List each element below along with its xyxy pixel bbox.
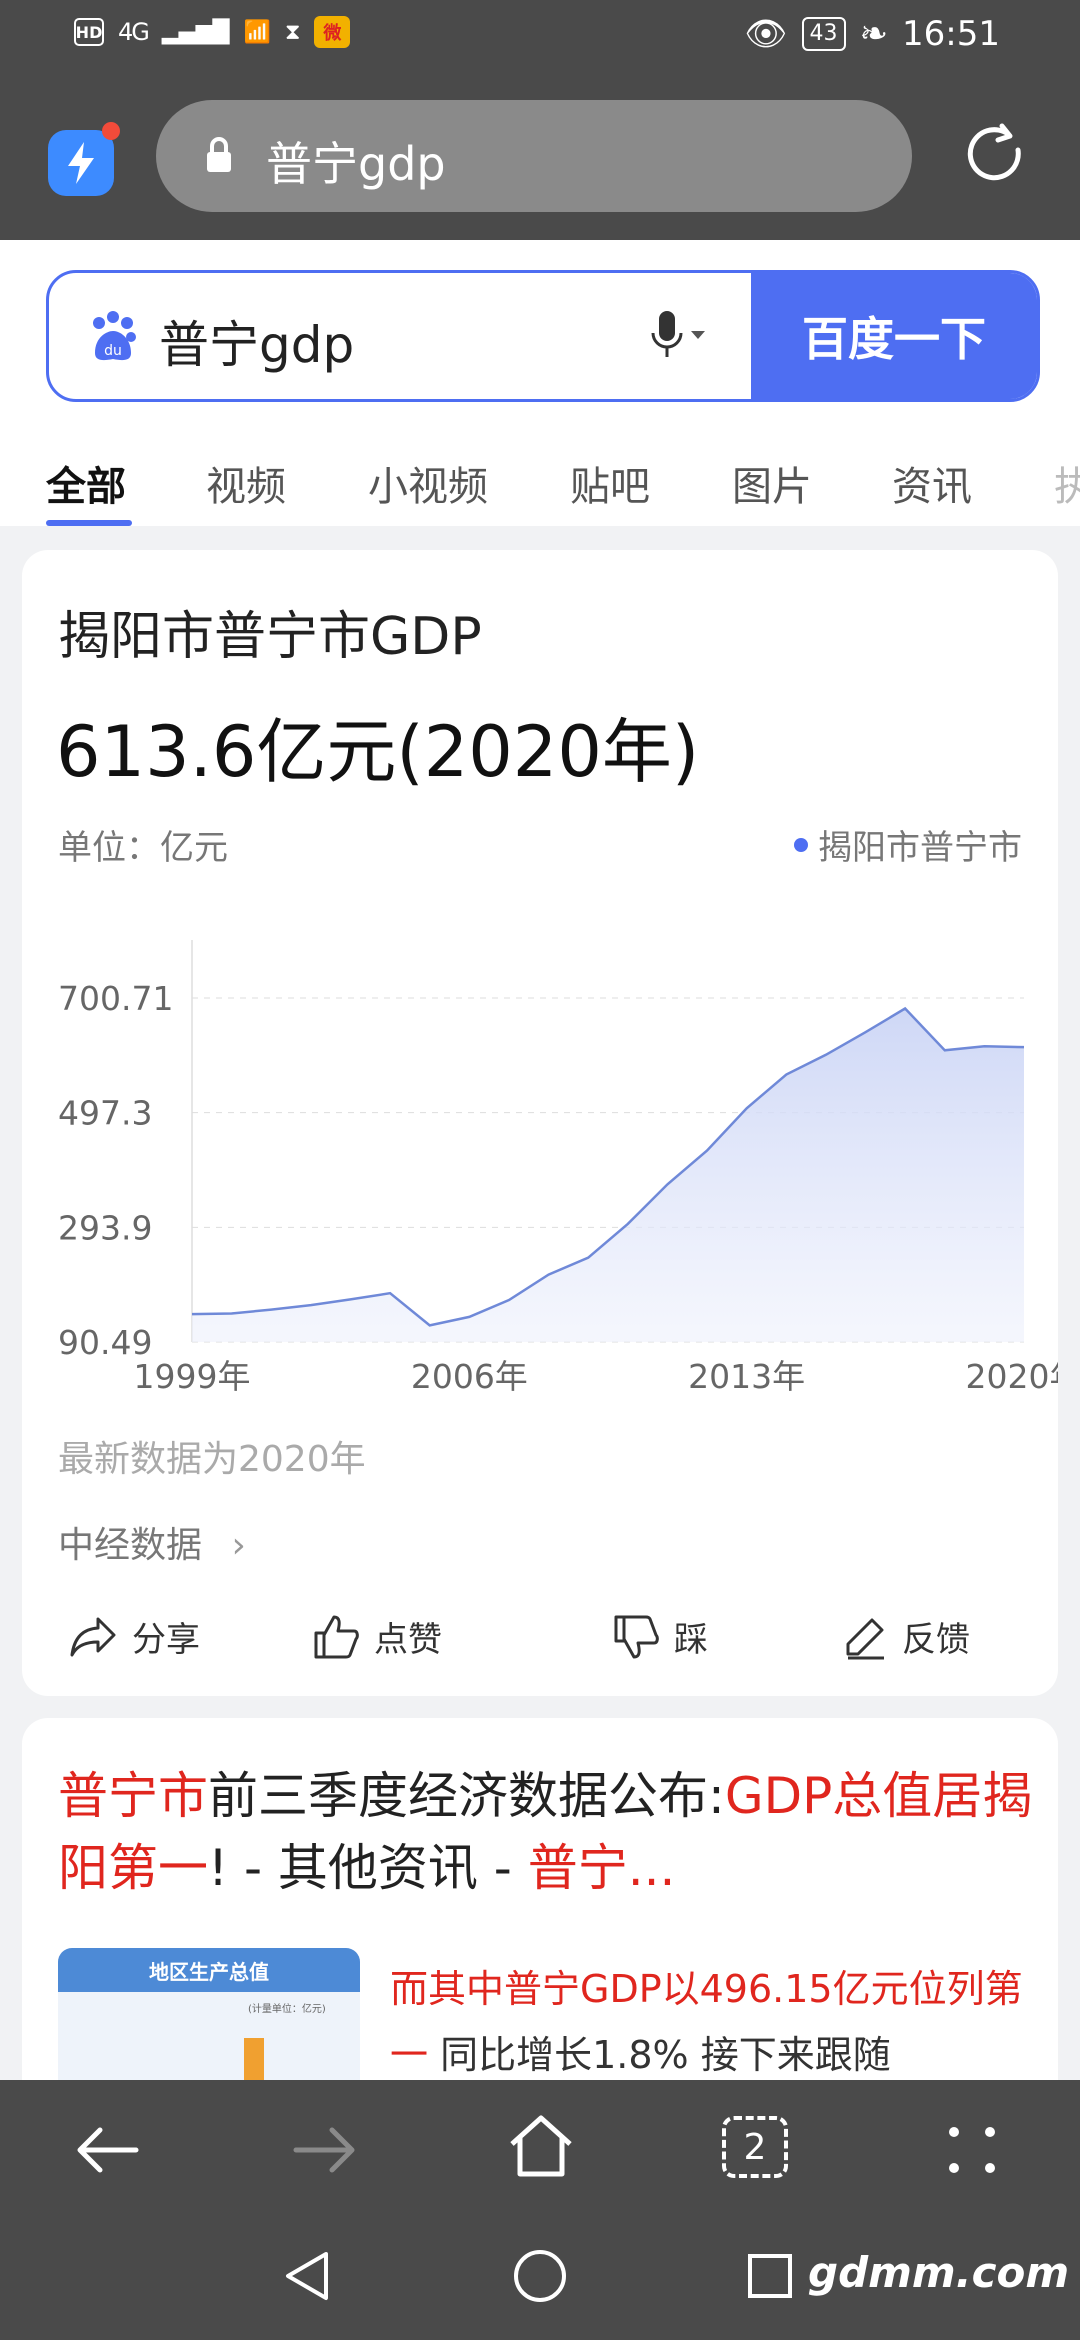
tab-images[interactable]: 图片 (732, 454, 812, 512)
watermark: gdmm.com (808, 2248, 1070, 2297)
y-tick-label: 293.9 (58, 1208, 152, 1247)
share-button[interactable]: 分享 (68, 1612, 200, 1661)
feedback-button[interactable]: 反馈 (842, 1612, 970, 1661)
tab-tieba[interactable]: 贴吧 (570, 454, 650, 512)
leaf-icon: ❧ (859, 14, 889, 54)
tab-news[interactable]: 资讯 (892, 454, 972, 512)
forward-arrow-icon[interactable] (290, 2120, 360, 2180)
x-tick-label: 2020年 (966, 1357, 1058, 1396)
news-snippet: 而其中普宁GDP以496.15亿元位列第一 同比增长1.8% 接下来跟随 (390, 1967, 1023, 2077)
browser-bottom-nav: 2 (0, 2080, 1080, 2220)
clock: 16:51 (902, 14, 1000, 54)
action-bar: 分享 点赞 踩 反馈 (22, 1594, 1058, 1674)
battery-indicator: 43 (801, 17, 846, 51)
x-tick-label: 1999年 (134, 1357, 251, 1396)
dislike-button[interactable]: 踩 (612, 1612, 708, 1661)
refresh-icon[interactable] (960, 120, 1030, 190)
thumbnail-note: (计量单位：亿元) (248, 2004, 326, 2015)
status-bar: HD 4G ▂▄▆█ 📶 ⧗ 微 👁 43 ❧ 16:51 (0, 0, 1080, 72)
tab-short-video[interactable]: 小视频 (368, 454, 488, 512)
search-section: du 普宁gdp 百度一下 全部 视频 小视频 贴吧 图片 资讯 执 (0, 240, 1080, 526)
latest-data-note: 最新数据为2020年 (58, 1439, 366, 1480)
unit-label: 单位：亿元 (58, 828, 228, 868)
home-icon[interactable] (506, 2112, 576, 2180)
browser-logo-icon[interactable] (48, 130, 114, 196)
hourglass-icon: ⧗ (284, 19, 301, 45)
search-box: du 普宁gdp 百度一下 (46, 270, 1040, 402)
legend-label: 揭阳市普宁市 (818, 828, 1022, 868)
url-text: 普宁gdp (266, 137, 446, 191)
network-indicator: 4G (118, 18, 150, 46)
like-button[interactable]: 点赞 (312, 1612, 442, 1661)
y-tick-label: 497.3 (58, 1094, 152, 1133)
tab-switcher-button[interactable]: 2 (722, 2116, 788, 2178)
gdp-card: 揭阳市普宁市GDP 613.6亿元(2020年) 单位：亿元 揭阳市普宁市 70… (22, 550, 1058, 1696)
browser-toolbar: 普宁gdp (0, 72, 1080, 240)
chevron-right-icon: › (231, 1525, 246, 1566)
news-result-card[interactable]: 普宁市前三季度经济数据公布:GDP总值居揭阳第一! - 其他资讯 - 普宁...… (22, 1718, 1058, 2118)
system-nav-bar: gdmm.com (0, 2220, 1080, 2340)
x-tick-label: 2006年 (411, 1357, 528, 1396)
system-back-icon[interactable] (282, 2248, 332, 2304)
tab-more[interactable]: 执 (1054, 454, 1080, 512)
svg-text:du: du (104, 343, 122, 359)
legend-dot (794, 837, 808, 852)
wifi-icon: 📶 (243, 19, 271, 45)
gdp-value: 613.6亿元(2020年) (56, 711, 700, 793)
search-button[interactable]: 百度一下 (751, 273, 1037, 399)
notification-dot (102, 122, 120, 140)
data-source-link[interactable]: 中经数据 › (58, 1516, 246, 1568)
thumbnail-header: 地区生产总值 (58, 1948, 360, 1992)
hd-indicator: HD (74, 18, 104, 46)
address-bar[interactable]: 普宁gdp (156, 100, 912, 212)
y-tick-label: 700.71 (58, 979, 173, 1018)
system-home-icon[interactable] (512, 2248, 568, 2304)
signal-icon: ▂▄▆█ (161, 19, 230, 45)
lock-icon (207, 137, 231, 172)
gdp-chart[interactable]: 700.71497.3293.990.49 1999年 2006年 2013年 202… (22, 880, 1058, 1400)
thumbs-down-icon (614, 1615, 659, 1658)
search-tabs: 全部 视频 小视频 贴吧 图片 资讯 执 (0, 434, 1080, 526)
active-tab-indicator (46, 520, 132, 526)
news-title[interactable]: 普宁市前三季度经济数据公布:GDP总值居揭阳第一! - 其他资讯 - 普宁... (58, 1760, 1038, 1904)
search-input[interactable]: 普宁gdp (159, 305, 354, 377)
weibo-icon: 微 (314, 16, 351, 48)
system-recents-icon[interactable] (746, 2252, 794, 2300)
tab-all[interactable]: 全部 (46, 454, 126, 512)
edit-pencil-icon (846, 1618, 884, 1659)
chart-area-fill (192, 1008, 1024, 1342)
eye-icon: 👁 (744, 14, 788, 54)
x-tick-label: 2013年 (688, 1357, 805, 1396)
share-icon (70, 1617, 116, 1656)
baidu-paw-icon: du (93, 311, 136, 361)
tab-count: 2 (743, 2126, 767, 2168)
card-title: 揭阳市普宁市GDP (58, 607, 482, 667)
thumbs-up-icon (314, 1615, 359, 1658)
data-source-label: 中经数据 (58, 1525, 203, 1566)
chart-legend: 揭阳市普宁市 (794, 820, 1022, 869)
back-arrow-icon[interactable] (72, 2120, 142, 2180)
tab-video[interactable]: 视频 (206, 454, 286, 512)
more-menu-icon[interactable] (944, 2122, 1000, 2178)
microphone-icon[interactable] (649, 307, 709, 367)
